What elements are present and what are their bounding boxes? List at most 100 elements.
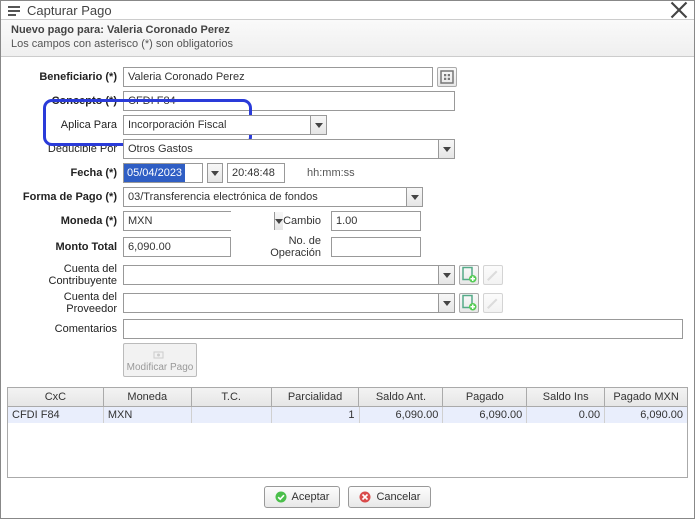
deducible-por-combo[interactable] — [123, 139, 455, 159]
fecha-input-wrap[interactable]: 05/04/2023 — [123, 163, 203, 183]
cell-saldo-ins: 0.00 — [527, 407, 605, 423]
label-no-operacion: No. de Operación — [235, 235, 327, 259]
moneda-input[interactable] — [124, 212, 274, 230]
col-parcialidad[interactable]: Parcialidad — [272, 388, 360, 406]
col-moneda[interactable]: Moneda — [104, 388, 192, 406]
cell-moneda: MXN — [104, 407, 192, 423]
add-document-icon — [460, 266, 478, 284]
cuenta-proveedor-dropdown-button[interactable] — [438, 294, 454, 312]
cell-tc — [192, 407, 272, 423]
cell-cxc: CFDI F84 — [8, 407, 104, 423]
cuenta-contribuyente-input[interactable] — [124, 266, 438, 284]
chevron-down-icon — [443, 271, 451, 279]
lookup-beneficiario-button[interactable] — [437, 67, 457, 87]
building-icon — [438, 68, 456, 86]
label-aplica-para: Aplica Para — [11, 119, 123, 131]
no-operacion-input[interactable] — [331, 237, 421, 257]
subheader-title: Nuevo pago para: Valeria Coronado Perez — [11, 24, 684, 36]
label-cuenta-contribuyente: Cuenta del Contribuyente — [11, 263, 123, 287]
forma-pago-input[interactable] — [124, 188, 406, 206]
aplica-para-combo[interactable] — [123, 115, 327, 135]
add-document-icon — [460, 294, 478, 312]
edit-icon — [484, 266, 502, 284]
table-row[interactable]: CFDI F84 MXN 1 6,090.00 6,090.00 0.00 6,… — [8, 407, 687, 423]
cuenta-contribuyente-edit-button — [483, 265, 503, 285]
cuenta-contribuyente-dropdown-button[interactable] — [438, 266, 454, 284]
cuenta-proveedor-add-button[interactable] — [459, 293, 479, 313]
subheader-person: Valeria Coronado Perez — [107, 24, 230, 36]
forma-pago-dropdown-button[interactable] — [406, 188, 422, 206]
subheader-note: Los campos con asterisco (*) son obligat… — [11, 38, 684, 50]
label-concepto: Concepto (*) — [11, 95, 123, 107]
edit-icon — [484, 294, 502, 312]
edit-money-icon — [153, 348, 167, 362]
col-saldo-ins[interactable]: Saldo Ins — [527, 388, 605, 406]
chevron-down-icon — [315, 121, 323, 129]
forma-pago-combo[interactable] — [123, 187, 423, 207]
label-cuenta-proveedor: Cuenta del Proveedor — [11, 291, 123, 315]
moneda-dropdown-button[interactable] — [274, 212, 283, 230]
modificar-pago-label: Modificar Pago — [127, 362, 194, 373]
app-icon — [7, 3, 21, 17]
cell-pagado: 6,090.00 — [443, 407, 527, 423]
subheader-prefix: Nuevo pago para: — [11, 24, 107, 36]
label-moneda: Moneda (*) — [11, 215, 123, 227]
col-pagado[interactable]: Pagado — [443, 388, 527, 406]
col-tc[interactable]: T.C. — [192, 388, 272, 406]
aceptar-button[interactable]: Aceptar — [264, 486, 341, 508]
cancelar-button[interactable]: Cancelar — [348, 486, 431, 508]
window-title: Capturar Pago — [27, 3, 112, 18]
concepto-input[interactable] — [123, 91, 455, 111]
col-saldo-ant[interactable]: Saldo Ant. — [359, 388, 443, 406]
label-monto-total: Monto Total — [11, 241, 123, 253]
chevron-down-icon — [443, 299, 451, 307]
cell-saldo-ant: 6,090.00 — [360, 407, 444, 423]
window: Capturar Pago Nuevo pago para: Valeria C… — [0, 0, 695, 519]
monto-total-input[interactable] — [123, 237, 231, 257]
form: Beneficiario (*) Concepto (*) Aplica Par… — [1, 57, 694, 385]
aplica-para-input[interactable] — [124, 116, 310, 134]
close-button[interactable] — [670, 1, 688, 19]
aplica-para-dropdown-button[interactable] — [310, 116, 326, 134]
cancel-icon — [359, 491, 371, 503]
cuenta-proveedor-combo[interactable] — [123, 293, 455, 313]
chevron-down-icon — [411, 193, 419, 201]
col-pagado-mxn[interactable]: Pagado MXN — [605, 388, 687, 406]
aceptar-label: Aceptar — [292, 491, 330, 503]
deducible-por-dropdown-button[interactable] — [438, 140, 454, 158]
cell-pagado-mxn: 6,090.00 — [605, 407, 687, 423]
cell-parcialidad: 1 — [272, 407, 360, 423]
cancelar-label: Cancelar — [376, 491, 420, 503]
label-beneficiario: Beneficiario (*) — [11, 71, 123, 83]
fecha-input[interactable]: 05/04/2023 — [124, 164, 185, 182]
tipo-cambio-input[interactable] — [331, 211, 421, 231]
label-hhmmss: hh:mm:ss — [307, 167, 355, 179]
close-icon — [670, 1, 688, 19]
cuenta-proveedor-input[interactable] — [124, 294, 438, 312]
chevron-down-icon — [211, 169, 219, 177]
beneficiario-input[interactable] — [123, 67, 433, 87]
chevron-down-icon — [443, 145, 451, 153]
col-cxc[interactable]: CxC — [8, 388, 104, 406]
check-icon — [275, 491, 287, 503]
comentarios-input[interactable] — [123, 319, 683, 339]
label-fecha: Fecha (*) — [11, 167, 123, 179]
deducible-por-input[interactable] — [124, 140, 438, 158]
cuenta-contribuyente-add-button[interactable] — [459, 265, 479, 285]
cuenta-proveedor-edit-button — [483, 293, 503, 313]
label-comentarios: Comentarios — [11, 323, 123, 335]
payments-grid: CxC Moneda T.C. Parcialidad Saldo Ant. P… — [7, 387, 688, 478]
grid-body: CFDI F84 MXN 1 6,090.00 6,090.00 0.00 6,… — [8, 407, 687, 477]
label-forma-pago: Forma de Pago (*) — [11, 191, 123, 203]
subheader: Nuevo pago para: Valeria Coronado Perez … — [1, 20, 694, 57]
label-deducible-por: Deducible Por — [11, 143, 123, 155]
moneda-combo[interactable] — [123, 211, 231, 231]
titlebar: Capturar Pago — [1, 1, 694, 20]
grid-header: CxC Moneda T.C. Parcialidad Saldo Ant. P… — [8, 388, 687, 407]
fecha-picker-button[interactable] — [207, 163, 223, 183]
chevron-down-icon — [275, 217, 283, 225]
modificar-pago-button: Modificar Pago — [123, 343, 197, 377]
cuenta-contribuyente-combo[interactable] — [123, 265, 455, 285]
hora-input[interactable] — [227, 163, 285, 183]
footer: Aceptar Cancelar — [1, 478, 694, 518]
